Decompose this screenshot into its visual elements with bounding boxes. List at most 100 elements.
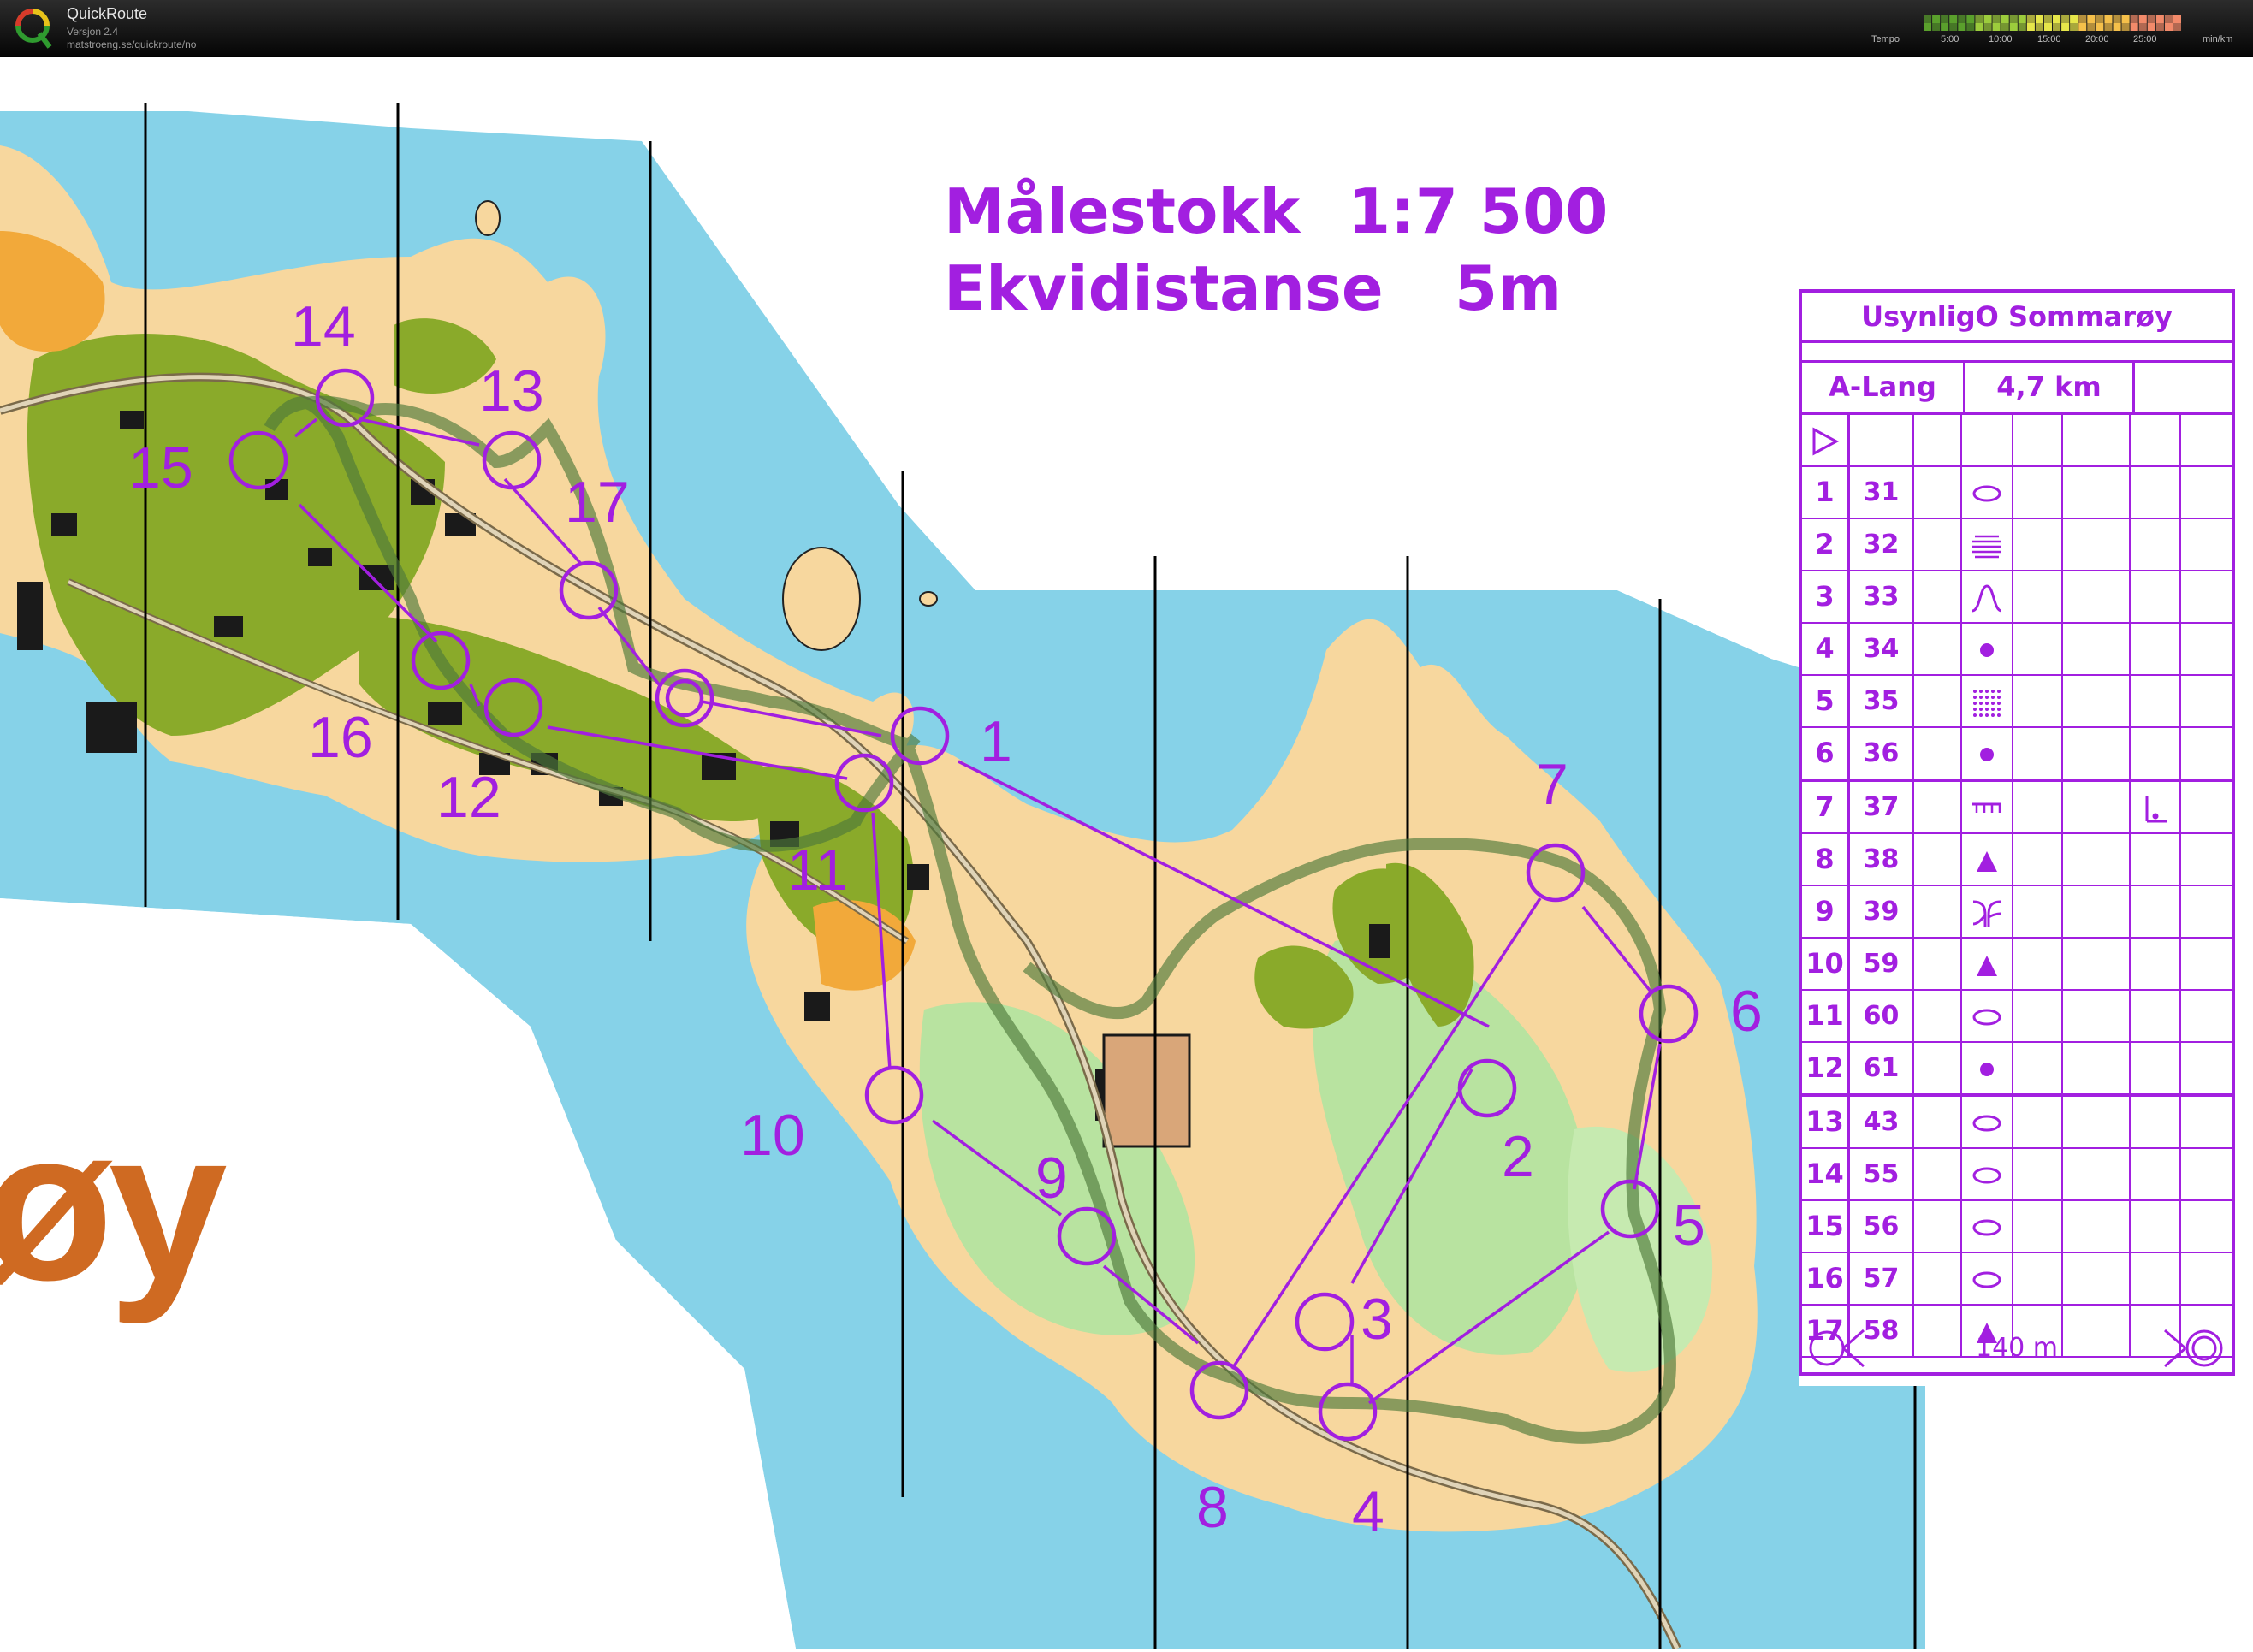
control-row: 4 34 (1802, 624, 2232, 676)
control-row: 3 33 (1802, 571, 2232, 624)
tempo-swatch (2138, 15, 2147, 23)
control-row: 16 57 (1802, 1253, 2232, 1306)
empty-cell (2013, 939, 2063, 989)
empty-cell (1914, 939, 1962, 989)
empty-cell (2063, 571, 2131, 622)
quickroute-logo-icon (15, 9, 52, 49)
empty-cell (2131, 624, 2181, 674)
control-sequence: 8 (1802, 834, 1850, 885)
empty-cell (1914, 467, 1962, 518)
empty-cell (1914, 519, 1962, 570)
empty-cell (2063, 519, 2131, 570)
tempo-swatch (2001, 23, 2009, 31)
tempo-swatch (2130, 15, 2138, 23)
tempo-swatch (2121, 15, 2130, 23)
triangle-icon (1962, 834, 2013, 885)
tempo-swatch (1958, 23, 1966, 31)
tempo-swatch (2009, 23, 2018, 31)
tempo-tick: 10:00 (1989, 34, 2013, 44)
empty-cell (2063, 939, 2131, 989)
tempo-swatch (2173, 15, 2181, 23)
empty-cell (2063, 1043, 2131, 1093)
course-length: 4,7 km (1965, 363, 2135, 412)
tempo-swatch (2070, 23, 2078, 31)
control-code: 59 (1850, 939, 1914, 989)
control-code: 56 (1850, 1201, 1914, 1252)
empty-cell (2131, 467, 2181, 518)
empty-cell (2063, 467, 2131, 518)
empty-cell (1914, 782, 1962, 832)
tempo-swatch (2035, 15, 2043, 23)
empty-cell (1914, 991, 1962, 1041)
tempo-swatch (1932, 15, 1941, 23)
tempo-swatch (2061, 15, 2070, 23)
tempo-swatch (2087, 23, 2096, 31)
control-code: 39 (1850, 886, 1914, 937)
boulder-dot-icon (1962, 728, 2013, 779)
control-number: 8 (1196, 1475, 1229, 1540)
tempo-color-scale (1924, 15, 2181, 31)
tempo-swatch (1992, 23, 2001, 31)
equidistance-value: 5m (1455, 252, 1562, 324)
tempo-swatch (2053, 23, 2061, 31)
empty-cell (1914, 1253, 1962, 1304)
empty-cell (2181, 991, 2232, 1041)
control-code: 43 (1850, 1097, 1914, 1147)
control-row: 7 37 (1802, 782, 2232, 834)
control-row: 5 35 (1802, 676, 2232, 728)
control-number: 9 (1035, 1146, 1068, 1211)
empty-cell (2131, 939, 2181, 989)
control-row: 13 43 (1802, 1097, 2232, 1149)
control-sequence: 9 (1802, 886, 1850, 937)
tempo-swatch (2130, 23, 2138, 31)
control-sequence: 16 (1802, 1253, 1850, 1304)
hill-icon (1962, 571, 2013, 622)
empty-cell (2013, 676, 2063, 726)
control-grid: 1 31 2 32 3 33 4 34 5 35 6 36 7 37 8 38 9 39 10 59 11 60 12 61 1… (1802, 415, 2232, 1358)
tempo-swatch (1975, 23, 1983, 31)
empty-cell (2131, 1201, 2181, 1252)
card-course-row: A-Lang 4,7 km (1802, 363, 2232, 415)
control-number: 7 (1536, 752, 1568, 817)
control-number: 4 (1352, 1479, 1384, 1544)
empty-cell (2181, 1097, 2232, 1147)
empty-cell (1914, 1043, 1962, 1093)
boulder-dot-icon (1962, 624, 2013, 674)
scale-label: Målestokk (944, 175, 1301, 247)
tempo-swatch (1975, 15, 1983, 23)
tempo-swatch (2096, 23, 2104, 31)
control-sequence: 5 (1802, 676, 1850, 726)
empty-cell (2131, 834, 2181, 885)
empty-cell (2131, 519, 2181, 570)
empty-cell (2131, 886, 2181, 937)
tempo-swatch (2001, 15, 2009, 23)
control-row: 10 59 (1802, 939, 2232, 991)
empty-cell (2013, 1253, 2063, 1304)
empty-cell (2063, 1201, 2131, 1252)
tempo-swatch (2104, 15, 2113, 23)
empty-cell (2181, 1253, 2232, 1304)
tempo-tick: 25:00 (2133, 34, 2157, 44)
empty-cell (2013, 1043, 2063, 1093)
empty-cell (1914, 676, 1962, 726)
tempo-swatch (1949, 15, 1958, 23)
control-code: 34 (1850, 624, 1914, 674)
tempo-swatch (2173, 23, 2181, 31)
knoll-oval-icon (1962, 1149, 2013, 1199)
control-sequence: 7 (1802, 782, 1850, 832)
stony-ground-icon (1962, 676, 2013, 726)
knoll-oval-icon (1962, 991, 2013, 1041)
empty-cell (2063, 1097, 2131, 1147)
tempo-swatch (2078, 23, 2087, 31)
control-number: 11 (787, 838, 848, 903)
tempo-swatch (2121, 23, 2130, 31)
tempo-swatch (2138, 23, 2147, 31)
empty-cell (2181, 676, 2232, 726)
control-number: 10 (740, 1103, 805, 1168)
tempo-swatch (1932, 23, 1941, 31)
control-code: 35 (1850, 676, 1914, 726)
app-url[interactable]: matstroeng.se/quickroute/no (67, 38, 196, 50)
tempo-swatch (1983, 23, 1992, 31)
control-sequence: 4 (1802, 624, 1850, 674)
control-sequence: 12 (1802, 1043, 1850, 1093)
